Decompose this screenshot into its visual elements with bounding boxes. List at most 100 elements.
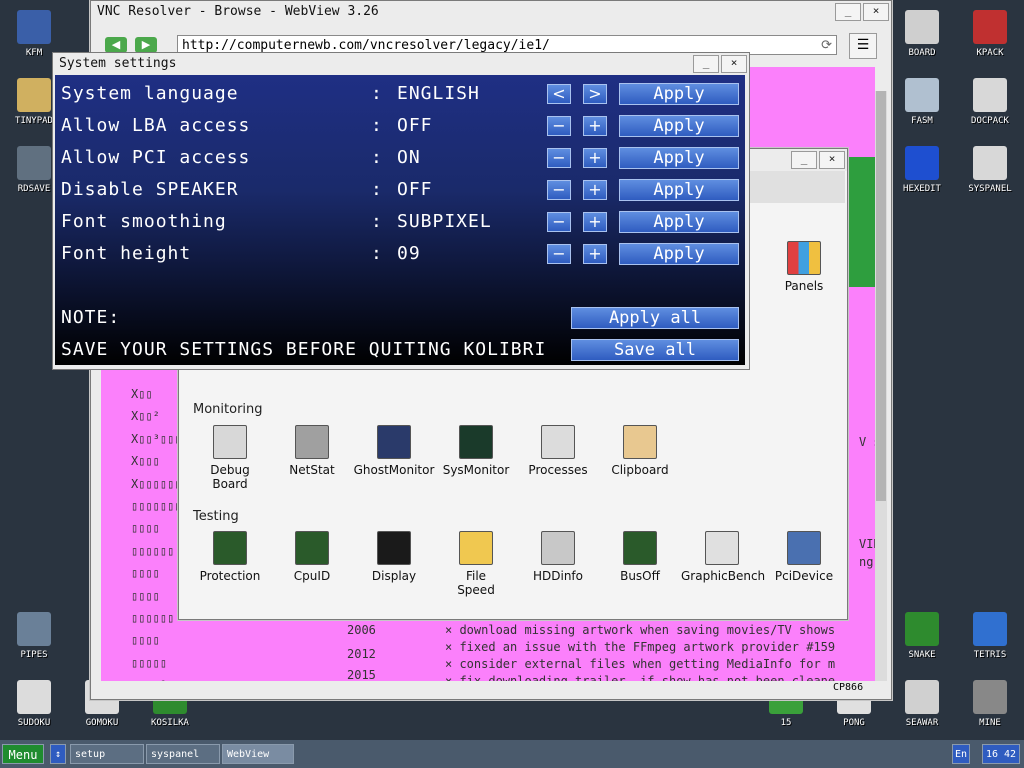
desktop-icon-docpack[interactable]: DOCPACK bbox=[958, 78, 1022, 126]
settings-close-button[interactable]: × bbox=[721, 55, 747, 73]
sudoku-icon bbox=[17, 680, 51, 714]
desktop-icon-label: PONG bbox=[843, 718, 865, 728]
desktop-icon-syspanel[interactable]: SYSPANEL bbox=[958, 146, 1022, 194]
app-label: BusOff bbox=[620, 569, 660, 583]
desktop-icon-label: HEXEDIT bbox=[903, 184, 941, 194]
taskbar: Menu ↕ setup syspanel WebView En 16 42 bbox=[0, 740, 1024, 768]
log-fragment: V s bbox=[859, 435, 875, 449]
save-all-button[interactable]: Save all bbox=[571, 339, 739, 361]
setting-increase-button[interactable]: > bbox=[583, 84, 607, 104]
menu-button[interactable]: Menu bbox=[2, 744, 44, 764]
testing-app-graphicbench[interactable]: GraphicBench bbox=[681, 531, 765, 583]
setting-increase-button[interactable]: + bbox=[583, 148, 607, 168]
netstat-icon bbox=[295, 425, 329, 459]
desktop-icon-snake[interactable]: SNAKE bbox=[890, 612, 954, 660]
desktop-icon-mine[interactable]: MINE bbox=[958, 680, 1022, 728]
desktop-icon-label: GOMOKU bbox=[85, 718, 119, 728]
desktop-icon-pipes[interactable]: PIPES bbox=[2, 612, 66, 660]
setting-decrease-button[interactable]: − bbox=[547, 148, 571, 168]
monitoring-app-sysmonitor[interactable]: SysMonitor bbox=[435, 425, 517, 477]
setting-colon: : bbox=[371, 243, 383, 264]
setting-colon: : bbox=[371, 147, 383, 168]
monitoring-app-clipboard[interactable]: Clipboard bbox=[599, 425, 681, 477]
hexedit-icon bbox=[905, 146, 939, 180]
monitoring-app-ghostmonitor[interactable]: GhostMonitor bbox=[353, 425, 435, 477]
desktop-icon-label: SUDOKU bbox=[17, 718, 51, 728]
scrollbar-thumb[interactable] bbox=[876, 91, 886, 501]
apply-button[interactable]: Apply bbox=[619, 211, 739, 233]
refresh-icon[interactable]: ⟳ bbox=[821, 36, 832, 56]
desktop-icon-seawar[interactable]: SEAWAR bbox=[890, 680, 954, 728]
testing-app-file-speed[interactable]: File Speed bbox=[435, 531, 517, 597]
setting-value-disable-speaker: OFF bbox=[397, 179, 433, 200]
apply-button[interactable]: Apply bbox=[619, 83, 739, 105]
testing-app-cpuid[interactable]: CpuID bbox=[271, 531, 353, 583]
apply-button[interactable]: Apply bbox=[619, 115, 739, 137]
setting-label-allow-lba-access: Allow LBA access bbox=[61, 115, 251, 136]
task-setup[interactable]: setup bbox=[70, 744, 144, 764]
app-label: GhostMonitor bbox=[353, 463, 435, 477]
setting-increase-button[interactable]: + bbox=[583, 212, 607, 232]
task-syspanel[interactable]: syspanel bbox=[146, 744, 220, 764]
desktop-icon-label: DOCPACK bbox=[971, 116, 1009, 126]
monitoring-app-debug-board[interactable]: Debug Board bbox=[189, 425, 271, 491]
setting-decrease-button[interactable]: − bbox=[547, 116, 571, 136]
scrollbar[interactable] bbox=[875, 91, 887, 687]
browser-menu-icon[interactable]: ☰ bbox=[849, 33, 877, 59]
desktop-icon-label: TETRIS bbox=[973, 650, 1007, 660]
settings-minimize-button[interactable]: _ bbox=[693, 55, 719, 73]
desktop-icon-tetris[interactable]: TETRIS bbox=[958, 612, 1022, 660]
monitoring-app-netstat[interactable]: NetStat bbox=[271, 425, 353, 477]
apply-button[interactable]: Apply bbox=[619, 243, 739, 265]
setting-decrease-button[interactable]: − bbox=[547, 212, 571, 232]
webview-minimize-button[interactable]: _ bbox=[835, 3, 861, 21]
setting-increase-button[interactable]: + bbox=[583, 244, 607, 264]
setting-label-disable-speaker: Disable SPEAKER bbox=[61, 179, 239, 200]
back-arrow-icon[interactable]: ◀ bbox=[105, 37, 127, 53]
panels-app[interactable]: Panels bbox=[763, 241, 845, 293]
testing-app-hddinfo[interactable]: HDDinfo bbox=[517, 531, 599, 583]
desktop-icon-label: KOSILKA bbox=[151, 718, 189, 728]
testing-app-protection[interactable]: Protection bbox=[189, 531, 271, 583]
apply-button[interactable]: Apply bbox=[619, 147, 739, 169]
monitoring-section-title: Monitoring bbox=[193, 402, 263, 417]
desktop-icon-label: SYSPANEL bbox=[968, 184, 1012, 194]
testing-app-display[interactable]: Display bbox=[353, 531, 435, 583]
language-indicator[interactable]: En bbox=[952, 744, 970, 764]
syspanel-close-button[interactable]: × bbox=[819, 151, 845, 169]
webview-titlebar[interactable]: VNC Resolver - Browse - WebView 3.26 _ × bbox=[91, 1, 891, 23]
task-switch-icon[interactable]: ↕ bbox=[50, 744, 66, 764]
setting-increase-button[interactable]: + bbox=[583, 180, 607, 200]
setting-decrease-button[interactable]: − bbox=[547, 244, 571, 264]
floppy-icon bbox=[17, 10, 51, 44]
desktop-icon-kpack[interactable]: KPACK bbox=[958, 10, 1022, 58]
testing-section-title: Testing bbox=[193, 509, 239, 524]
desktop-icon-board[interactable]: BOARD bbox=[890, 10, 954, 58]
settings-body: System language: ENGLISH < > Apply Allow LBA … bbox=[55, 75, 745, 365]
setting-colon: : bbox=[371, 115, 383, 136]
syspanel-minimize-button[interactable]: _ bbox=[791, 151, 817, 169]
setting-increase-button[interactable]: + bbox=[583, 116, 607, 136]
desktop-icon-fasm[interactable]: FASM bbox=[890, 78, 954, 126]
apply-all-button[interactable]: Apply all bbox=[571, 307, 739, 329]
setting-value-allow-pci-access: ON bbox=[397, 147, 421, 168]
system-settings-window: System settings _ × System language: ENGL… bbox=[52, 52, 750, 370]
setting-decrease-button[interactable]: − bbox=[547, 180, 571, 200]
desktop-icon-kfm[interactable]: KFM bbox=[2, 10, 66, 58]
settings-titlebar[interactable]: System settings _ × bbox=[53, 53, 749, 75]
monitoring-app-processes[interactable]: Processes bbox=[517, 425, 599, 477]
task-webview[interactable]: WebView bbox=[222, 744, 294, 764]
desktop-icon-sudoku[interactable]: SUDOKU bbox=[2, 680, 66, 728]
snake-icon bbox=[905, 612, 939, 646]
webview-close-button[interactable]: × bbox=[863, 3, 889, 21]
setting-decrease-button[interactable]: < bbox=[547, 84, 571, 104]
testing-app-busoff[interactable]: BusOff bbox=[599, 531, 681, 583]
busoff-icon bbox=[623, 531, 657, 565]
apply-button[interactable]: Apply bbox=[619, 179, 739, 201]
testing-app-pcidevice[interactable]: PciDevice bbox=[763, 531, 845, 583]
desktop-icon-hexedit[interactable]: HEXEDIT bbox=[890, 146, 954, 194]
setting-value-font-height: 09 bbox=[397, 243, 421, 264]
forward-arrow-icon[interactable]: ▶ bbox=[135, 37, 157, 53]
setting-value-font-smoothing: SUBPIXEL bbox=[397, 211, 492, 232]
file-speed-icon bbox=[459, 531, 493, 565]
